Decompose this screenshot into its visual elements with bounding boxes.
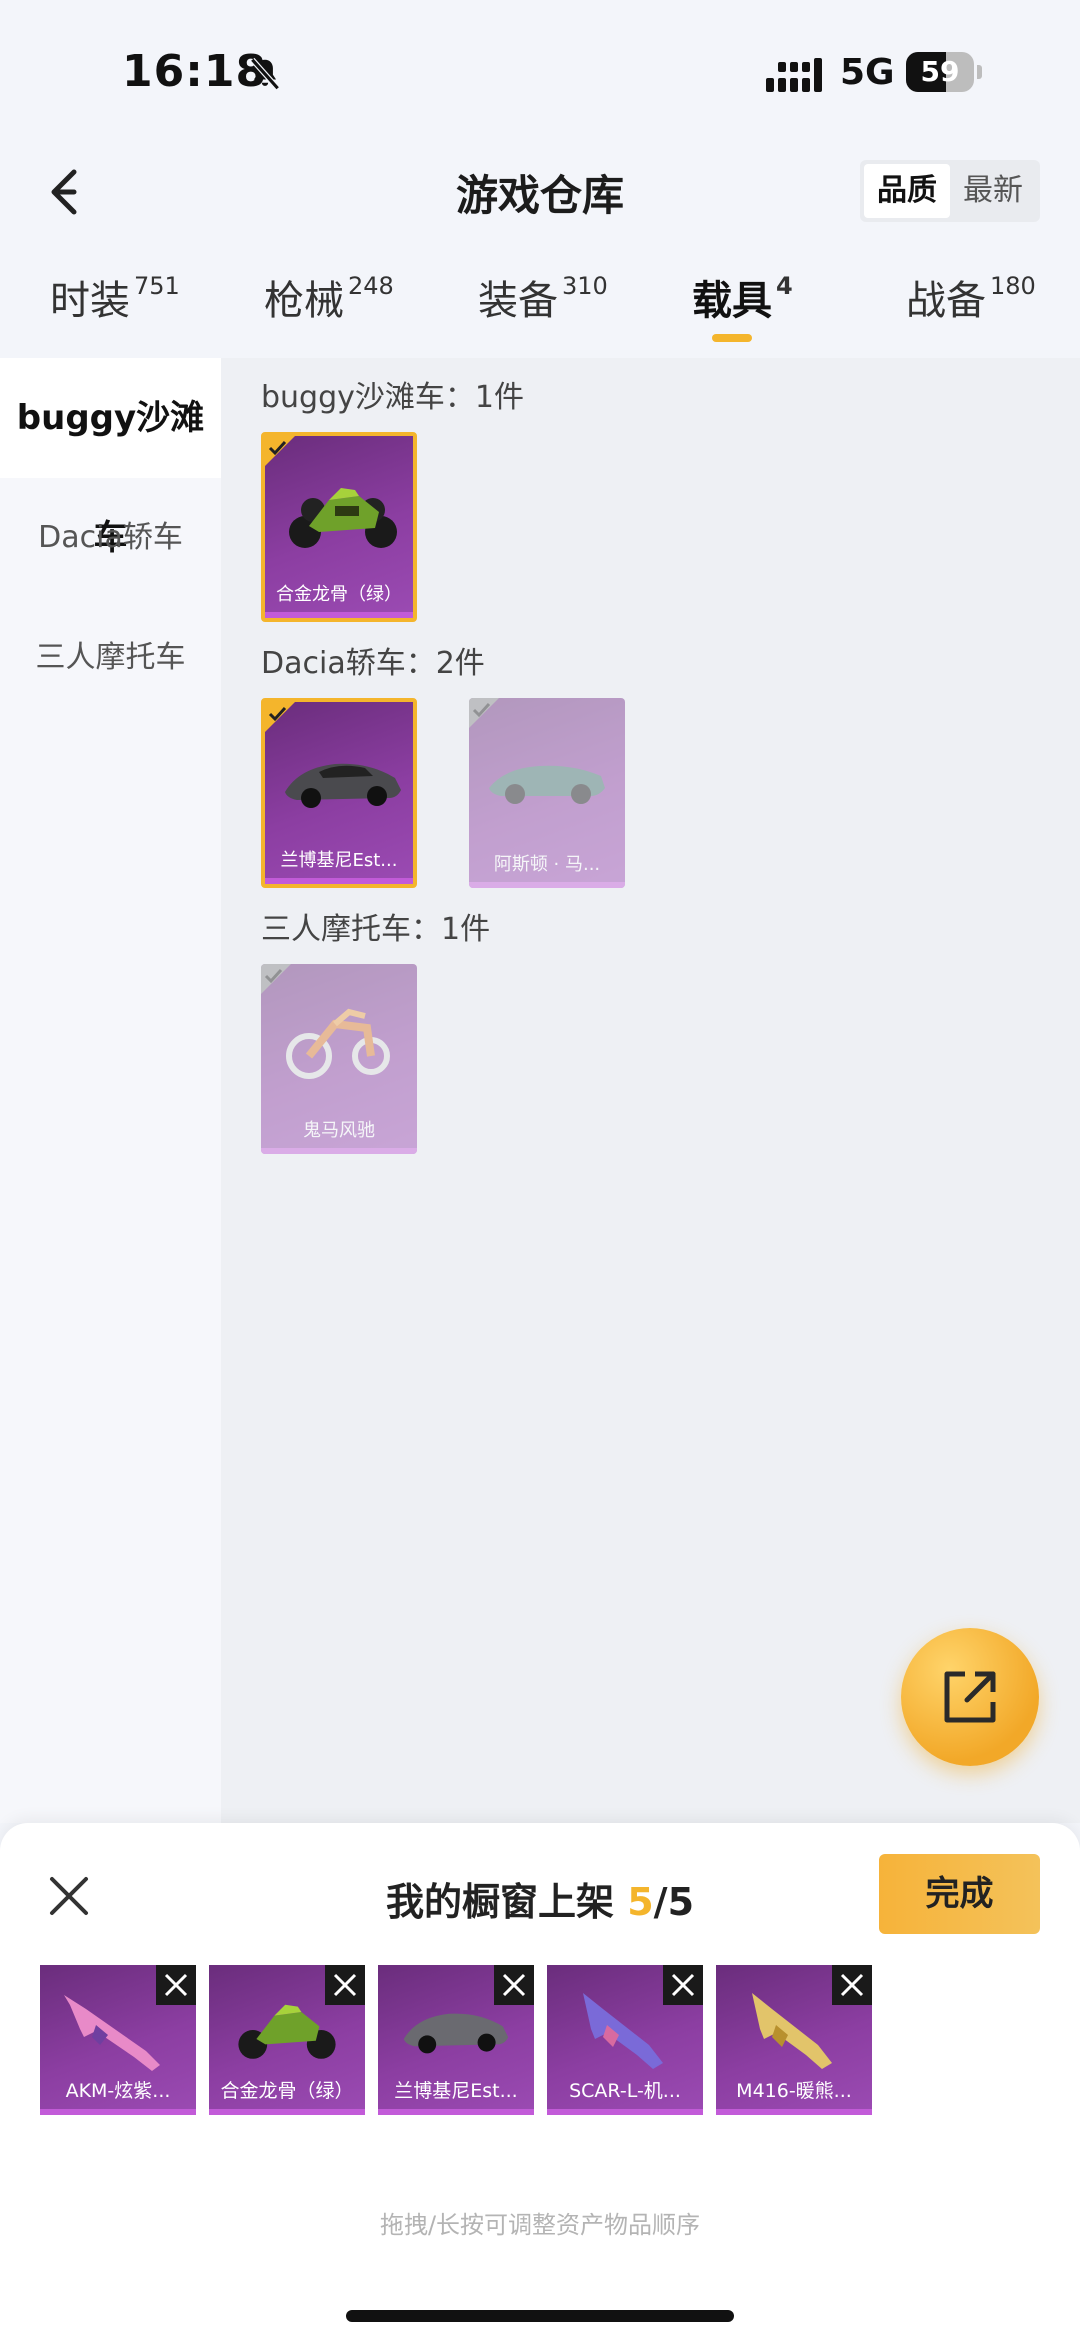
sidebar-item-dacia[interactable]: Dacia轿车 [0, 478, 221, 598]
close-icon [502, 1973, 526, 1997]
item-label: 兰博基尼Est... [394, 2080, 518, 2102]
item-label: 兰博基尼Est... [280, 850, 398, 871]
tab-combat-supplies[interactable]: 战备 180 [906, 268, 1036, 326]
sidebar-item-motorcycle[interactable]: 三人摩托车 [0, 598, 221, 718]
remove-button[interactable] [325, 1965, 365, 2005]
tab-guns[interactable]: 枪械 248 [264, 268, 394, 326]
battery-level: 59 [920, 55, 960, 88]
header: 游戏仓库 品质 最新 [0, 150, 1080, 260]
done-button[interactable]: 完成 [879, 1854, 1040, 1934]
tab-count: 180 [990, 272, 1036, 300]
sort-quality-button[interactable]: 品质 [864, 164, 950, 218]
tab-indicator [712, 334, 752, 342]
close-icon [840, 1973, 864, 1997]
sort-toggle: 品质 最新 [860, 160, 1040, 222]
group-title: buggy沙滩车：1件 [261, 380, 524, 415]
remove-button[interactable] [663, 1965, 703, 2005]
item-card[interactable]: 鬼马风驰 [261, 964, 417, 1154]
tab-equipment[interactable]: 装备 310 [478, 268, 608, 326]
shelf-count: 5 [627, 1880, 654, 1924]
item-label: 阿斯顿 · 马... [493, 854, 601, 875]
item-card[interactable]: 阿斯顿 · 马... [469, 698, 625, 888]
convertible-car-image [489, 765, 605, 804]
remove-button[interactable] [156, 1965, 196, 2005]
close-icon [164, 1973, 188, 1997]
item-list: buggy沙滩车：1件 合金龙骨（绿） Dacia轿车：2件 兰博基尼Est..… [221, 358, 1080, 1823]
sidebar-item-buggy[interactable]: buggy沙滩车 [0, 358, 221, 558]
sidebar: buggy沙滩车 Dacia轿车 三人摩托车 [0, 358, 221, 1823]
battery-icon: 59 [906, 52, 982, 92]
sports-car-image [285, 763, 401, 808]
network-type: 5G [840, 52, 895, 93]
item-card[interactable]: 兰博基尼Est... [261, 698, 417, 888]
shelf-item[interactable]: 合金龙骨（绿） [209, 1965, 365, 2115]
group-title: 三人摩托车：1件 [261, 912, 491, 947]
unselected-check-icon [469, 698, 499, 728]
status-bar: 16:18 5G 59 [0, 0, 1080, 150]
buggy-vehicle-image [289, 488, 397, 548]
selected-check-icon [265, 702, 295, 732]
mute-bell-icon [250, 57, 280, 91]
item-label: 合金龙骨（绿） [276, 584, 402, 605]
close-icon [671, 1973, 695, 1997]
close-icon [333, 1973, 357, 1997]
tab-outfits[interactable]: 时装 751 [50, 268, 180, 326]
tab-vehicles[interactable]: 载具 4 [692, 268, 793, 326]
reorder-hint: 拖拽/长按可调整资产物品顺序 [379, 2211, 701, 2239]
selected-check-icon [265, 436, 295, 466]
remove-button[interactable] [494, 1965, 534, 2005]
shelf-item[interactable]: SCAR-L-机... [547, 1965, 703, 2115]
item-label: 鬼马风驰 [303, 1120, 375, 1141]
showcase-sheet: 我的橱窗上架 5/5 完成 AKM-炫紫... 合金龙骨（绿） 兰博基尼Est.… [0, 1823, 1080, 2341]
item-label: SCAR-L-机... [569, 2080, 681, 2102]
share-button[interactable] [901, 1628, 1039, 1766]
remove-button[interactable] [832, 1965, 872, 2005]
motorcycle-image [286, 1008, 390, 1079]
tab-count: 4 [776, 272, 793, 300]
tab-count: 310 [562, 272, 608, 300]
home-indicator[interactable] [346, 2310, 734, 2322]
shelf-item[interactable]: AKM-炫紫... [40, 1965, 196, 2115]
unselected-check-icon [261, 964, 291, 994]
share-external-icon [944, 1671, 996, 1723]
shelf-total: 5 [667, 1880, 695, 1924]
item-label: AKM-炫紫... [65, 2080, 171, 2102]
tab-count: 751 [134, 272, 180, 300]
shelf-item[interactable]: M416-暖熊... [716, 1965, 872, 2115]
sort-newest-button[interactable]: 最新 [950, 164, 1036, 218]
tab-count: 248 [348, 272, 394, 300]
shelf-item[interactable]: 兰博基尼Est... [378, 1965, 534, 2115]
group-title: Dacia轿车：2件 [261, 646, 485, 681]
category-tabs: 时装 751 枪械 248 装备 310 载具 4 战备 180 [0, 268, 1080, 358]
item-label: 合金龙骨（绿） [220, 2080, 354, 2102]
item-card[interactable]: 合金龙骨（绿） [261, 432, 417, 622]
item-label: M416-暖熊... [736, 2080, 852, 2102]
signal-icon [766, 58, 822, 92]
